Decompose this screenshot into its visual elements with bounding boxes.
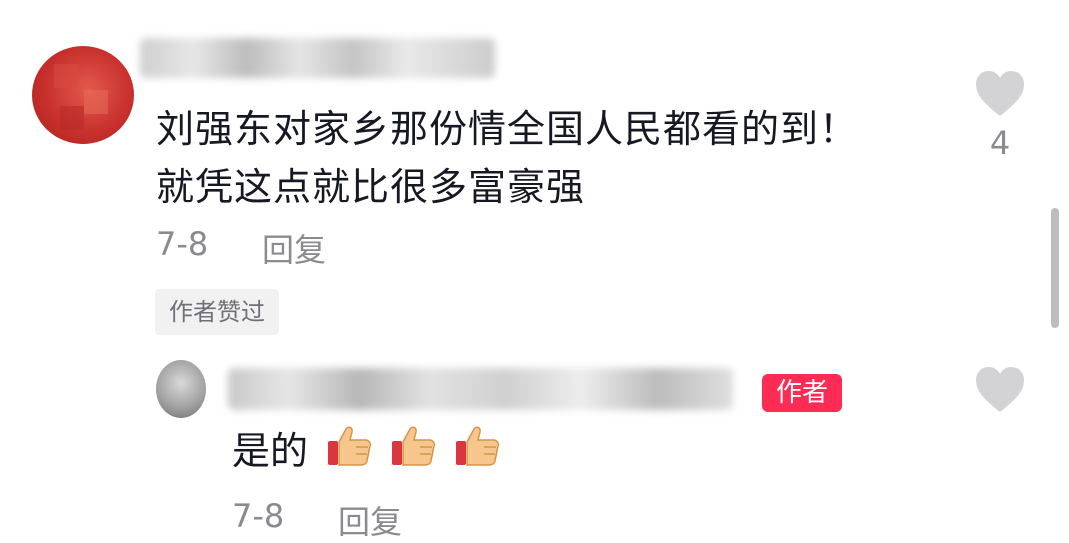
avatar-mosaic [54,64,78,88]
avatar-mosaic [84,90,108,114]
commenter-avatar[interactable] [32,46,134,144]
reply-content: 是的 [232,423,500,482]
replier-avatar[interactable] [156,360,206,418]
like-heart-icon[interactable] [975,70,1025,118]
thumbs-up-icon [390,425,436,482]
reply-button[interactable]: 回复 [338,497,402,543]
reply-text: 是的 [232,429,309,473]
like-heart-icon[interactable] [975,366,1025,414]
reply-date: 7-8 [232,497,285,535]
thumbs-up-icon [326,425,372,482]
scrollbar[interactable] [1051,208,1059,328]
avatar-mosaic [60,106,84,130]
comment-text: 刘强东对家乡那份情全国人民都看的到！ 就凭这点就比很多富豪强 [156,107,859,209]
like-count: 4 [989,124,1011,162]
reply-button[interactable]: 回复 [262,225,326,271]
comment-date: 7-8 [156,225,209,263]
author-tag: 作者 [762,374,842,412]
author-liked-badge: 作者赞过 [155,289,279,335]
thumbs-up-icon [454,425,500,482]
commenter-name-blurred[interactable] [140,38,495,78]
replier-name-blurred[interactable] [228,368,733,410]
